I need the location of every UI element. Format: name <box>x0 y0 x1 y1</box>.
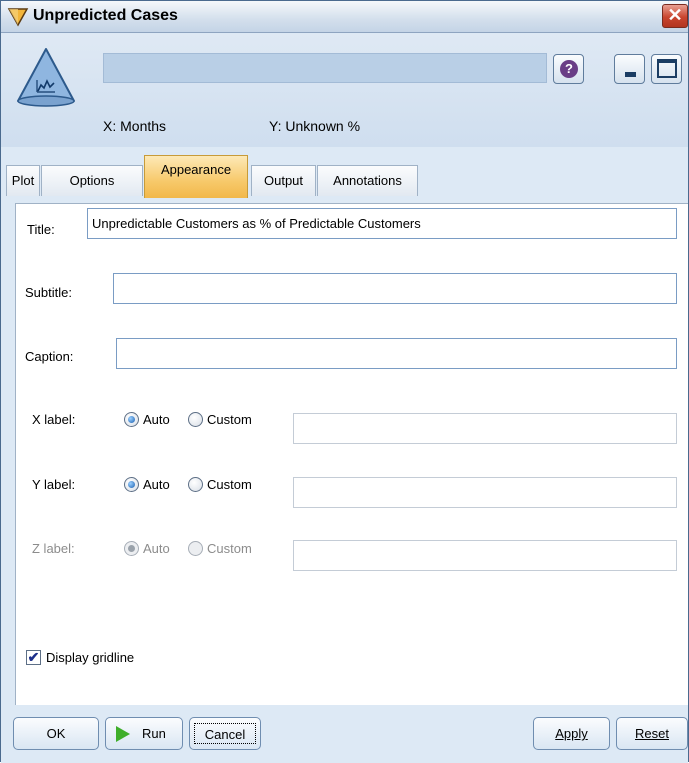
cancel-button[interactable]: Cancel <box>189 717 261 750</box>
y-label-custom-text: Custom <box>207 477 252 492</box>
z-label-auto-text: Auto <box>143 541 170 556</box>
close-button[interactable]: ✕ <box>662 4 688 28</box>
title-input[interactable]: Unpredictable Customers as % of Predicta… <box>87 208 677 239</box>
panel-left-strip <box>1 199 15 703</box>
header-x-field: X: Months <box>103 118 167 134</box>
title-bar: Unpredicted Cases ✕ <box>1 1 688 33</box>
reset-button-label: Reset <box>635 726 669 741</box>
cancel-button-label: Cancel <box>194 723 256 744</box>
z-label-custom-input <box>293 540 677 571</box>
minimize-button[interactable] <box>614 54 645 84</box>
x-label-auto-radio[interactable] <box>124 412 139 427</box>
diamond-node-icon <box>7 7 29 30</box>
help-button[interactable]: ? <box>553 54 584 84</box>
x-label-custom-text: Custom <box>207 412 252 427</box>
tab-options[interactable]: Options <box>41 165 143 196</box>
z-label-custom-text: Custom <box>207 541 252 556</box>
help-icon: ? <box>560 60 578 78</box>
x-label-custom-input[interactable] <box>293 413 677 444</box>
play-icon <box>116 726 130 742</box>
maximize-button[interactable] <box>651 54 682 84</box>
reset-button[interactable]: Reset <box>616 717 688 750</box>
run-button[interactable]: Run <box>105 717 183 750</box>
tab-appearance[interactable]: Appearance <box>144 155 248 198</box>
apply-button-label: Apply <box>555 726 588 741</box>
node-header: ? X: Months Y: Unknown % <box>1 34 688 147</box>
maximize-icon <box>657 59 677 78</box>
button-bar: OK Run Cancel Apply Reset <box>1 705 688 763</box>
x-label-label: X label: <box>32 412 76 427</box>
run-button-label: Run <box>142 726 166 741</box>
tab-annotations[interactable]: Annotations <box>317 165 418 196</box>
tab-output[interactable]: Output <box>251 165 316 196</box>
ok-button[interactable]: OK <box>13 717 99 750</box>
apply-button[interactable]: Apply <box>533 717 610 750</box>
title-label: Title: <box>27 222 55 237</box>
z-label-auto-radio <box>124 541 139 556</box>
caption-input[interactable] <box>116 338 677 369</box>
y-label-auto-radio[interactable] <box>124 477 139 492</box>
tab-plot[interactable]: Plot <box>6 165 40 196</box>
header-y-field: Y: Unknown % <box>269 118 361 134</box>
gridline-label: Display gridline <box>46 650 135 665</box>
z-label-label: Z label: <box>32 541 75 556</box>
caption-label: Caption: <box>25 349 74 364</box>
node-name-field[interactable] <box>103 53 547 83</box>
y-label-auto-text: Auto <box>143 477 170 492</box>
appearance-panel: Title: Unpredictable Customers as % of P… <box>15 203 688 705</box>
y-label-custom-input[interactable] <box>293 477 677 508</box>
x-label-auto-text: Auto <box>143 412 170 427</box>
x-label-custom-radio[interactable] <box>188 412 203 427</box>
tab-bar: Plot Options Appearance Output Annotatio… <box>1 147 688 199</box>
window-title: Unpredicted Cases <box>33 7 178 24</box>
subtitle-input[interactable] <box>113 273 677 304</box>
dialog-window: Unpredicted Cases ✕ ? X: Months Y: Unkno… <box>0 0 689 763</box>
close-icon: ✕ <box>667 5 683 25</box>
subtitle-label: Subtitle: <box>25 285 72 300</box>
gridline-checkbox[interactable]: ✔ <box>26 650 41 665</box>
minimize-icon <box>625 72 636 77</box>
y-label-label: Y label: <box>32 477 76 492</box>
plot-node-icon <box>16 47 76 112</box>
y-label-custom-radio[interactable] <box>188 477 203 492</box>
z-label-custom-radio <box>188 541 203 556</box>
